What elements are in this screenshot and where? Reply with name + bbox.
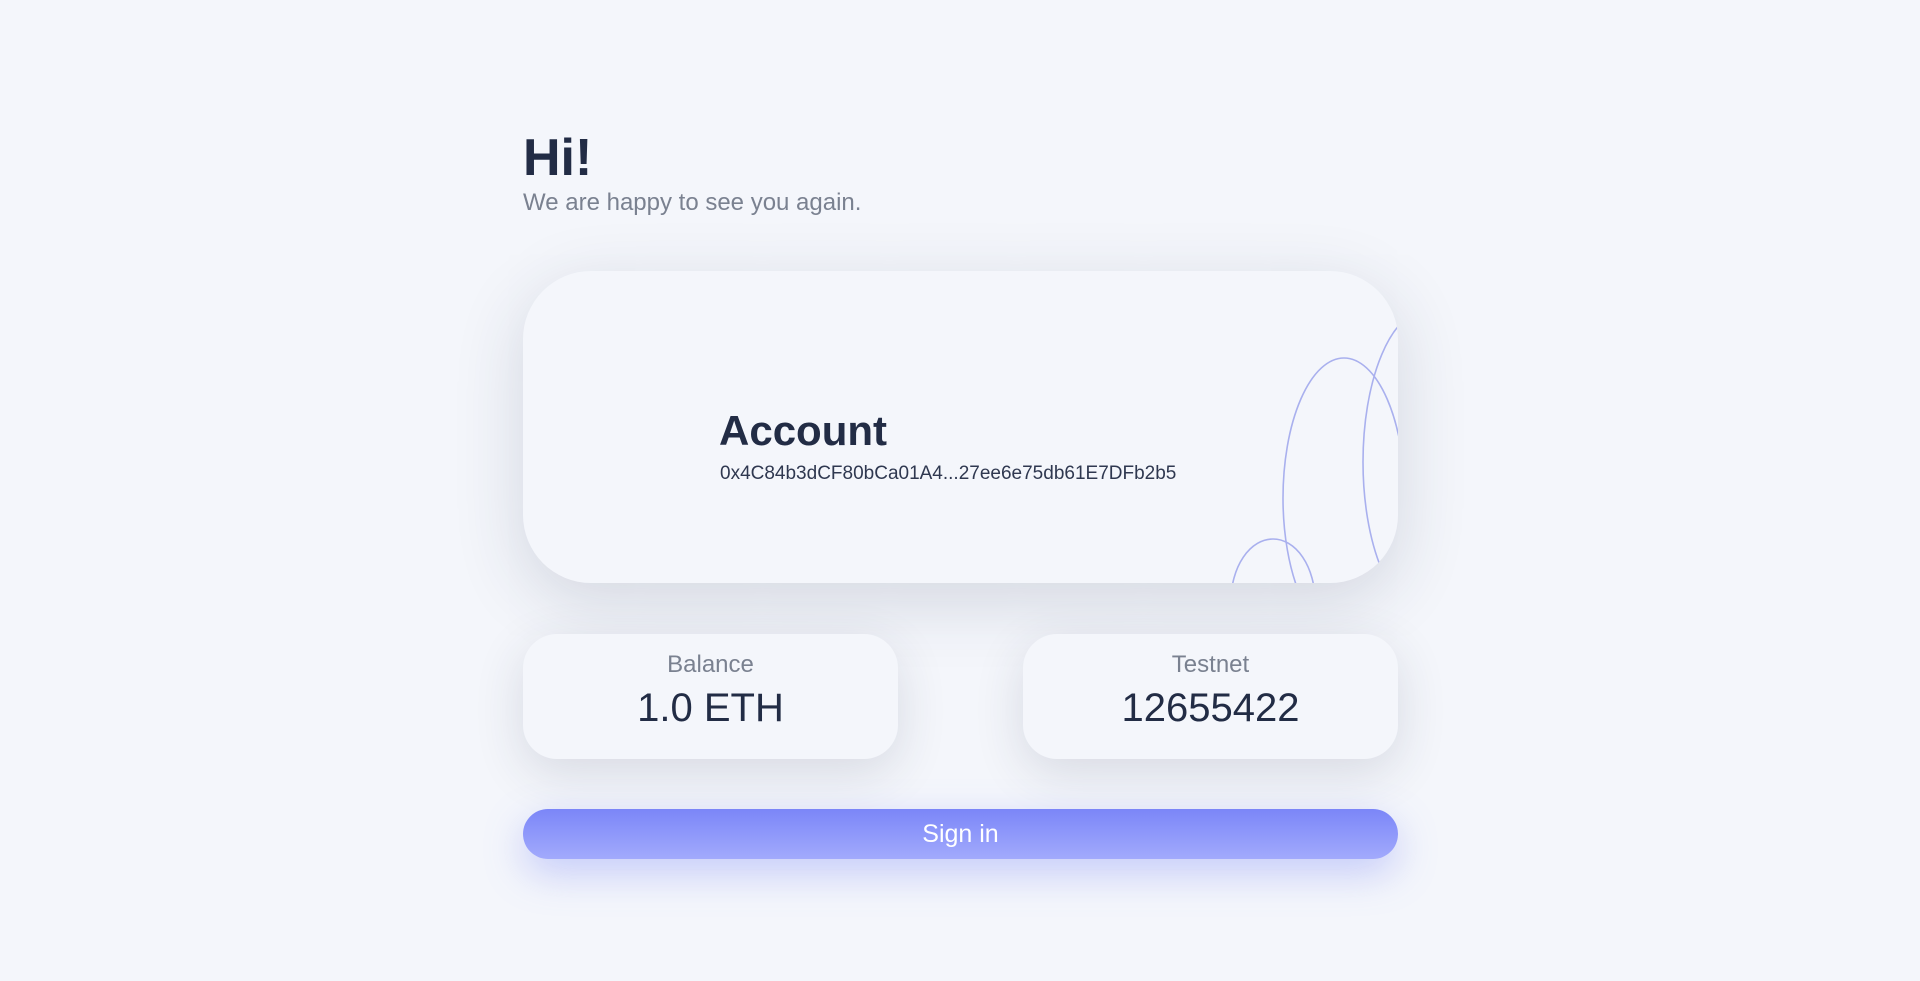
sign-in-button[interactable]: Sign in xyxy=(523,809,1398,859)
account-title: Account xyxy=(719,407,887,454)
network-label: Testnet xyxy=(1171,651,1250,678)
network-value: 12655422 xyxy=(1121,686,1300,730)
greeting-subtitle: We are happy to see you again. xyxy=(523,189,862,216)
account-address: 0x4C84b3dCF80bCa01A4...27ee6e75db61E7DFb… xyxy=(720,463,1177,484)
balance-card: Balance 1.0 ETH xyxy=(523,634,898,759)
balance-value: 1.0 ETH xyxy=(637,686,784,730)
greeting-title: Hi! xyxy=(523,129,593,187)
account-card: Account 0x4C84b3dCF80bCa01A4...27ee6e75d… xyxy=(523,271,1398,583)
network-card: Testnet 12655422 xyxy=(1023,634,1398,759)
balance-label: Balance xyxy=(667,651,754,678)
card-wave-decoration xyxy=(1232,325,1398,583)
